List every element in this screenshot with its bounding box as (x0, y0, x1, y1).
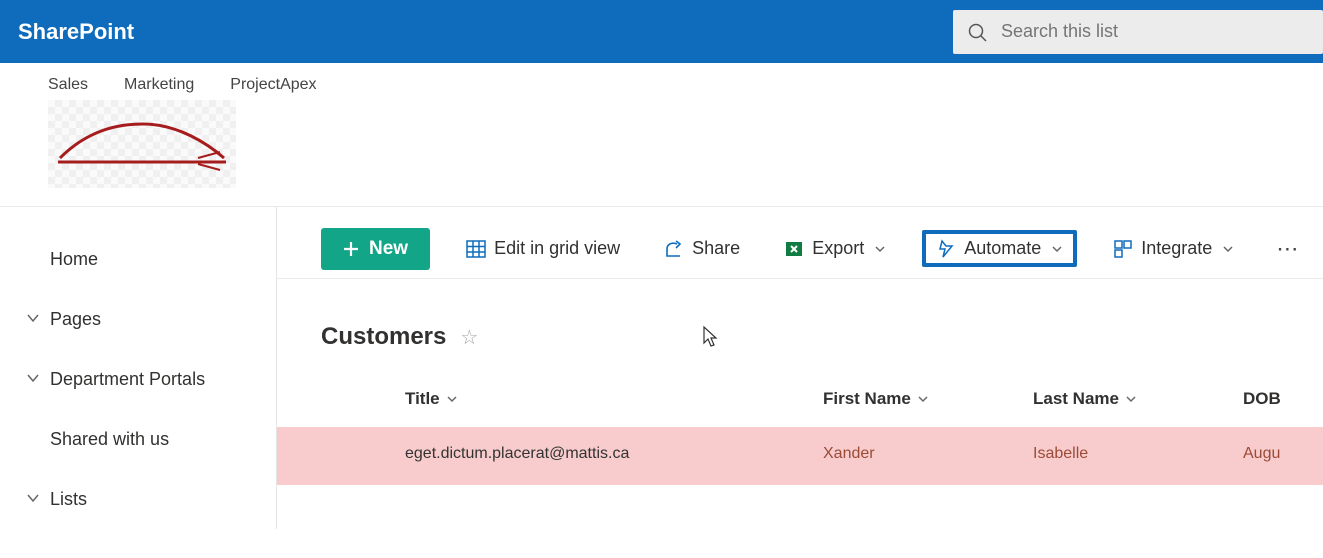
column-header-last-name[interactable]: Last Name (1033, 389, 1243, 409)
cursor-icon (702, 325, 720, 349)
share-button[interactable]: Share (656, 232, 748, 265)
nav-link-projectapex[interactable]: ProjectApex (230, 76, 316, 94)
nav-item-shared-with-us[interactable]: Shared with us (0, 409, 276, 469)
tool-label: Edit in grid view (494, 238, 620, 259)
chevron-down-icon (1222, 243, 1234, 255)
list-header: Customers ☆ (277, 279, 1323, 351)
nav-item-label: Home (50, 249, 98, 270)
app-brand[interactable]: SharePoint (18, 19, 134, 45)
column-label: DOB (1243, 389, 1281, 409)
column-header-first-name[interactable]: First Name (823, 389, 1033, 409)
nav-item-label: Pages (50, 309, 101, 330)
nav-link-marketing[interactable]: Marketing (124, 76, 194, 94)
chevron-down-icon (1125, 393, 1137, 405)
column-header-dob[interactable]: DOB (1243, 389, 1323, 409)
list-toolbar: New Edit in grid view Share Export Autom… (277, 219, 1323, 279)
nav-link-sales[interactable]: Sales (48, 76, 88, 94)
cell-last-name: Isabelle (1033, 445, 1243, 463)
new-button[interactable]: New (321, 228, 430, 270)
chevron-down-icon (26, 309, 50, 330)
site-logo[interactable] (48, 100, 236, 188)
search-input[interactable] (1001, 21, 1309, 42)
chevron-down-icon (917, 393, 929, 405)
site-nav: Sales Marketing ProjectApex (0, 63, 1323, 94)
nav-item-department-portals[interactable]: Department Portals (0, 349, 276, 409)
search-box[interactable] (953, 10, 1323, 54)
new-button-label: New (369, 238, 408, 260)
excel-icon (784, 239, 804, 259)
nav-item-pages[interactable]: Pages (0, 289, 276, 349)
nav-item-label: Department Portals (50, 369, 205, 390)
chevron-down-icon (1051, 243, 1063, 255)
top-bar: SharePoint (0, 0, 1323, 63)
nav-item-label: Shared with us (50, 429, 169, 450)
column-header-title[interactable]: Title (405, 389, 823, 409)
tool-label: Automate (964, 238, 1041, 259)
export-button[interactable]: Export (776, 232, 894, 265)
search-icon (967, 22, 987, 42)
integrate-icon (1113, 239, 1133, 259)
left-nav: Home Pages Department Portals Shared wit… (0, 207, 277, 529)
table-header: Title First Name Last Name DOB (277, 389, 1323, 427)
nav-item-label: Lists (50, 489, 87, 510)
favorite-star-icon[interactable]: ☆ (460, 325, 478, 350)
column-label: Last Name (1033, 389, 1119, 409)
cell-dob: Augu (1243, 445, 1323, 463)
chevron-down-icon (446, 393, 458, 405)
table-row[interactable]: eget.dictum.placerat@mattis.ca Xander Is… (277, 427, 1323, 485)
content-area: New Edit in grid view Share Export Autom… (277, 207, 1323, 529)
nav-item-home[interactable]: Home (0, 229, 276, 289)
plus-icon (343, 241, 359, 257)
list-table: Title First Name Last Name DOB eget.dict… (277, 389, 1323, 485)
column-label: Title (405, 389, 440, 409)
share-icon (664, 240, 684, 258)
tool-label: Integrate (1141, 238, 1212, 259)
grid-icon (466, 240, 486, 258)
chevron-down-icon (26, 369, 50, 390)
chevron-down-icon (26, 489, 50, 510)
automate-button[interactable]: Automate (922, 230, 1077, 267)
edit-grid-button[interactable]: Edit in grid view (458, 232, 628, 265)
tool-label: Export (812, 238, 864, 259)
nav-item-lists[interactable]: Lists (0, 469, 276, 529)
column-label: First Name (823, 389, 911, 409)
more-button[interactable]: ⋯ (1270, 236, 1304, 262)
integrate-button[interactable]: Integrate (1105, 232, 1242, 265)
automate-icon (936, 239, 956, 259)
chevron-down-icon (874, 243, 886, 255)
tool-label: Share (692, 238, 740, 259)
cell-first-name: Xander (823, 445, 1033, 463)
cell-title: eget.dictum.placerat@mattis.ca (405, 445, 823, 463)
list-title: Customers (321, 323, 446, 351)
